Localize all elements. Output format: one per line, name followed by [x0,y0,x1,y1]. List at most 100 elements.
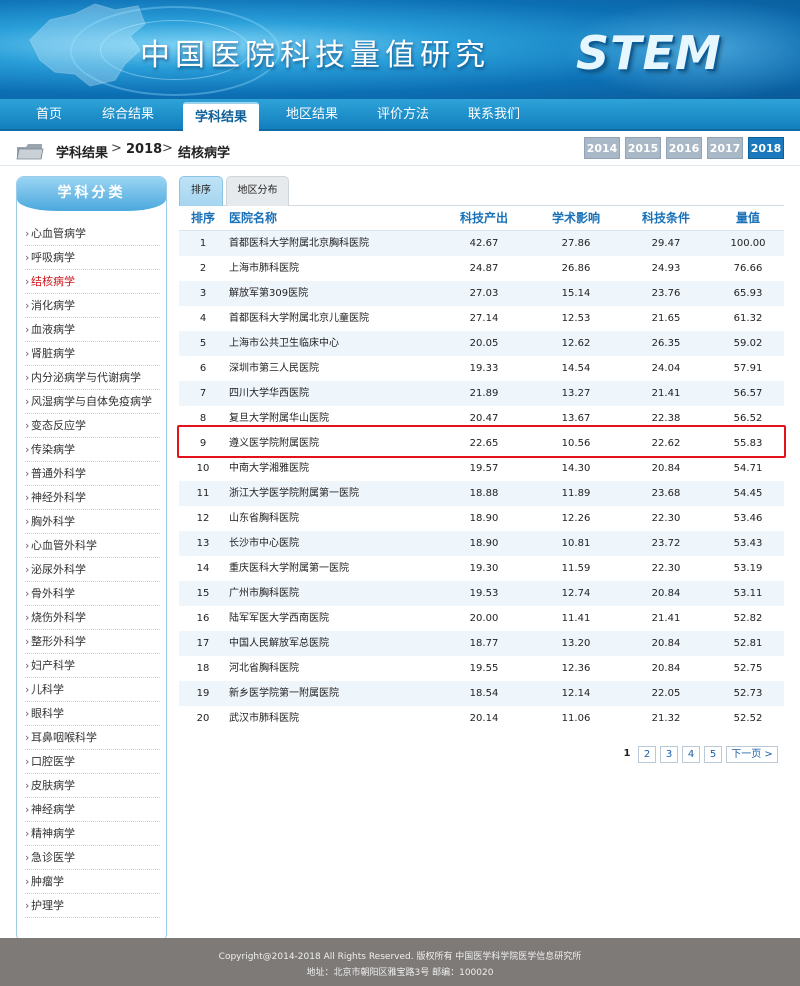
next-page-button[interactable]: 下一页 > [726,746,778,763]
sidebar-item[interactable]: › 泌尿外科学 [25,558,160,582]
cell-hospital-name: 武汉市肺科医院 [229,713,299,724]
sidebar-item[interactable]: › 肿瘤学 [25,870,160,894]
sidebar-item-label: 口腔医学 [31,755,75,768]
table-row: 15 广州市胸科医院 19.53 12.74 20.84 53.11 [179,581,784,606]
sidebar-item[interactable]: › 心血管病学 [25,222,160,246]
cell-tech-conditions: 22.30 [651,513,681,524]
year-button-2017[interactable]: 2017 [707,137,743,159]
sidebar-item[interactable]: › 胸外科学 [25,510,160,534]
cell-tech-conditions: 21.32 [651,713,681,724]
cell-academic-impact: 13.20 [561,638,591,649]
tab-region-distribution[interactable]: 地区分布 [226,176,289,206]
cell-tech-output: 18.90 [469,513,499,524]
cell-tech-conditions: 26.35 [651,338,681,349]
column-header-tech-output[interactable]: 科技产出 [449,206,519,231]
page-link[interactable]: 4 [682,746,700,763]
sidebar-item[interactable]: › 神经外科学 [25,486,160,510]
sidebar-item[interactable]: › 耳鼻咽喉科学 [25,726,160,750]
sidebar-list: › 心血管病学 › 呼吸病学 › 结核病学 › 消化病学 › 血液病学 › 肾脏病学 › 内分泌病学与代谢… [25,222,160,918]
cell-tech-output: 18.54 [469,688,499,699]
column-header-score[interactable]: 量值 [714,206,782,231]
sidebar-item[interactable]: › 结核病学 [25,270,160,294]
nav-item-discipline-results[interactable]: 学科结果 [183,102,259,131]
sidebar-item[interactable]: › 消化病学 [25,294,160,318]
sidebar-item[interactable]: › 儿科学 [25,678,160,702]
cell-tech-output: 18.90 [469,538,499,549]
sidebar-item[interactable]: › 眼科学 [25,702,160,726]
year-button-2014[interactable]: 2014 [584,137,620,159]
page-link[interactable]: 3 [660,746,678,763]
cell-rank: 16 [196,613,210,624]
sidebar-item-label: 消化病学 [31,299,75,312]
cell-tech-conditions: 22.38 [651,413,681,424]
cell-academic-impact: 12.26 [561,513,591,524]
nav-item-region-results[interactable]: 地区结果 [276,99,348,131]
sidebar-item[interactable]: › 肾脏病学 [25,342,160,366]
column-header-academic-impact[interactable]: 学术影响 [541,206,611,231]
sidebar-item-label: 血液病学 [31,323,75,336]
sidebar-item[interactable]: › 骨外科学 [25,582,160,606]
sidebar-item-label: 神经外科学 [31,491,86,504]
ranking-table: 排序 医院名称 科技产出 学术影响 科技条件 量值 1 首都医科大学附属北京胸科医… [179,206,784,731]
year-button-2015[interactable]: 2015 [625,137,661,159]
breadcrumb-item[interactable]: 学科结果 [56,142,108,161]
cell-score: 52.81 [733,638,763,649]
sidebar-item[interactable]: › 心血管外科学 [25,534,160,558]
sidebar-item[interactable]: › 普通外科学 [25,462,160,486]
page-link[interactable]: 2 [638,746,656,763]
footer-copyright: Copyright@2014-2018 All Rights Reserved.… [218,952,582,962]
cell-rank: 5 [199,338,207,349]
cell-tech-output: 22.65 [469,438,499,449]
sidebar-item[interactable]: › 烧伤外科学 [25,606,160,630]
table-row: 17 中国人民解放军总医院 18.77 13.20 20.84 52.81 [179,631,784,656]
tab-ranking[interactable]: 排序 [179,176,223,206]
sidebar-item[interactable]: › 风湿病学与自体免疫病学 [25,390,160,414]
table-row: 19 新乡医学院第一附属医院 18.54 12.14 22.05 52.73 [179,681,784,706]
table-row: 14 重庆医科大学附属第一医院 19.30 11.59 22.30 53.19 [179,556,784,581]
sidebar-item[interactable]: › 精神病学 [25,822,160,846]
sidebar-item-label: 皮肤病学 [31,779,75,792]
cell-tech-output: 42.67 [469,238,499,249]
sidebar-item[interactable]: › 口腔医学 [25,750,160,774]
cell-rank: 14 [196,563,210,574]
cell-tech-output: 20.05 [469,338,499,349]
cell-tech-output: 27.03 [469,288,499,299]
sidebar-item-label: 护理学 [31,899,64,912]
sidebar-item[interactable]: › 急诊医学 [25,846,160,870]
cell-tech-output: 19.53 [469,588,499,599]
cell-hospital-name: 首都医科大学附属北京胸科医院 [229,238,369,249]
sidebar-item[interactable]: › 神经病学 [25,798,160,822]
nav-item-overall-results[interactable]: 综合结果 [92,99,164,131]
cell-rank: 13 [196,538,210,549]
sidebar-item[interactable]: › 内分泌病学与代谢病学 [25,366,160,390]
column-header-tech-conditions[interactable]: 科技条件 [631,206,701,231]
cell-score: 52.73 [733,688,763,699]
sidebar-item[interactable]: › 传染病学 [25,438,160,462]
sidebar-item[interactable]: › 整形外科学 [25,630,160,654]
sidebar-item[interactable]: › 妇产科学 [25,654,160,678]
cell-hospital-name: 四川大学华西医院 [229,388,309,399]
cell-academic-impact: 10.81 [561,538,591,549]
column-header-rank[interactable]: 排序 [179,206,227,231]
cell-academic-impact: 27.86 [561,238,591,249]
cell-hospital-name: 遵义医学院附属医院 [229,438,319,449]
breadcrumb-item[interactable]: 2018 [126,142,162,157]
year-button-2016[interactable]: 2016 [666,137,702,159]
nav-item-home[interactable]: 首页 [18,99,80,131]
sidebar-item-label: 心血管外科学 [31,539,97,552]
sidebar-item[interactable]: › 血液病学 [25,318,160,342]
column-header-hospital-name[interactable]: 医院名称 [229,206,459,231]
table-row: 7 四川大学华西医院 21.89 13.27 21.41 56.57 [179,381,784,406]
sidebar-item[interactable]: › 皮肤病学 [25,774,160,798]
nav-item-contact-us[interactable]: 联系我们 [458,99,530,131]
cell-score: 61.32 [733,313,763,324]
cell-hospital-name: 上海市肺科医院 [229,263,299,274]
nav-item-evaluation-method[interactable]: 评价方法 [367,99,439,131]
sidebar-item[interactable]: › 呼吸病学 [25,246,160,270]
cell-rank: 8 [199,413,207,424]
cell-rank: 18 [196,663,210,674]
sidebar-item[interactable]: › 变态反应学 [25,414,160,438]
year-button-2018[interactable]: 2018 [748,137,784,159]
sidebar-item[interactable]: › 护理学 [25,894,160,918]
page-link[interactable]: 5 [704,746,722,763]
